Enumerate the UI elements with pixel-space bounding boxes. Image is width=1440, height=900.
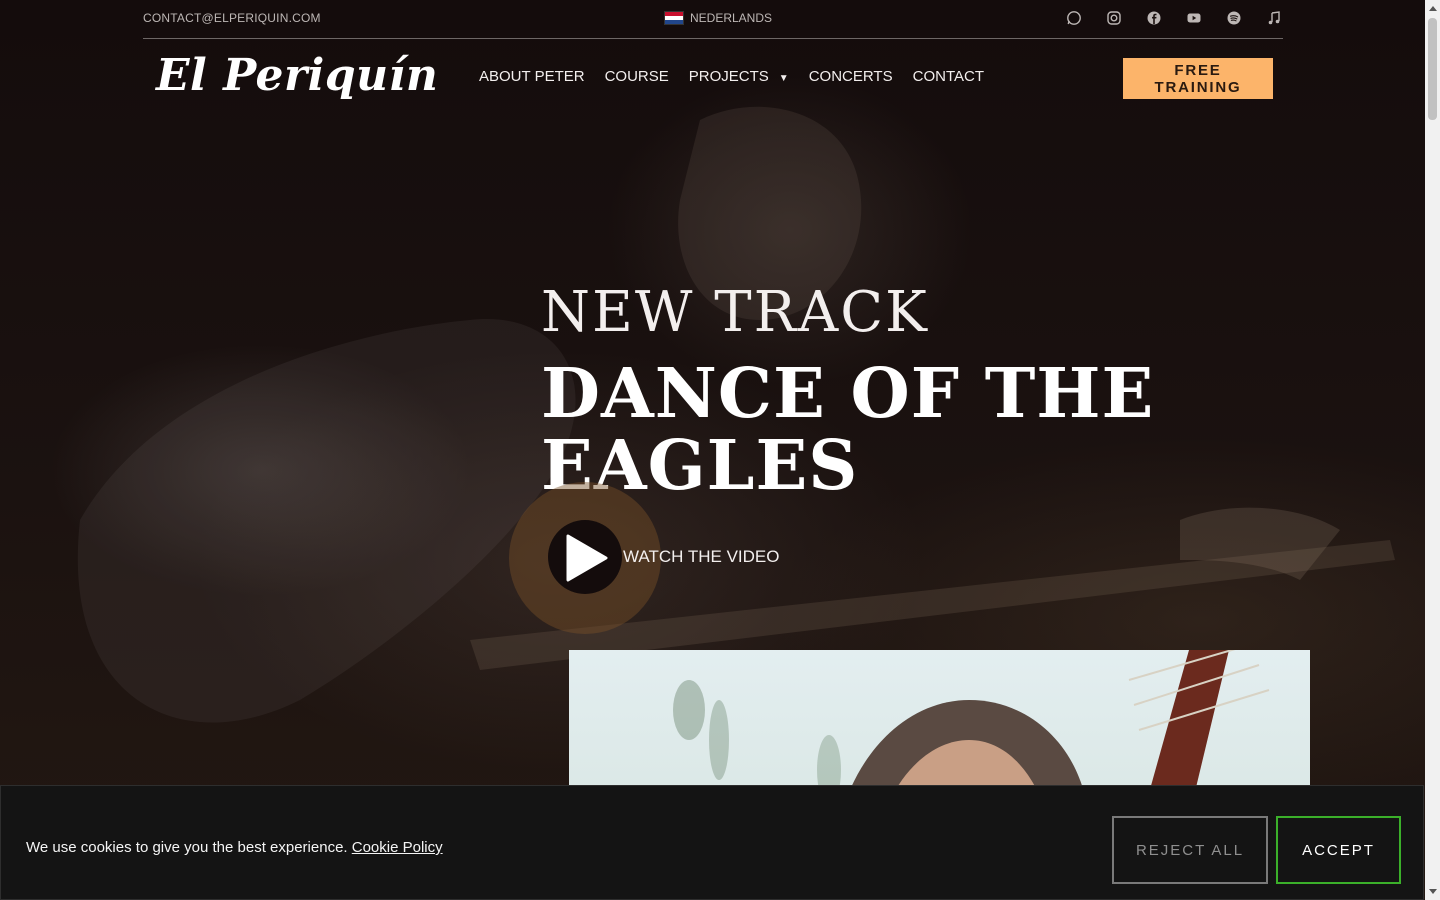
accept-button[interactable]: ACCEPT xyxy=(1276,816,1401,884)
site-logo[interactable]: El Periquín xyxy=(156,50,438,101)
facebook-icon[interactable] xyxy=(1145,10,1163,28)
top-bar: CONTACT@ELPERIQUIN.COM NEDERLANDS xyxy=(143,0,1283,39)
nav-projects[interactable]: PROJECTS ▼ xyxy=(689,68,789,85)
youtube-icon[interactable] xyxy=(1185,10,1203,28)
whatsapp-icon[interactable] xyxy=(1065,10,1083,28)
nav-contact[interactable]: CONTACT xyxy=(913,68,984,85)
dutch-flag-icon xyxy=(664,11,684,25)
cookie-banner: We use cookies to give you the best expe… xyxy=(0,785,1424,900)
reject-all-button[interactable]: REJECT ALL xyxy=(1112,816,1268,884)
hero-kicker: NEW TRACK xyxy=(541,280,929,345)
play-video-button[interactable] xyxy=(548,520,622,594)
scrollbar-thumb[interactable] xyxy=(1428,18,1437,120)
nav-concerts[interactable]: CONCERTS xyxy=(809,68,893,85)
contact-email-link[interactable]: CONTACT@ELPERIQUIN.COM xyxy=(143,11,321,25)
music-note-icon[interactable] xyxy=(1265,10,1283,28)
nav-about-peter[interactable]: ABOUT PETER xyxy=(479,68,585,85)
scroll-up-arrow-icon[interactable] xyxy=(1429,6,1437,11)
social-links xyxy=(1065,10,1283,28)
page-scrollbar[interactable] xyxy=(1425,0,1440,900)
spotify-icon[interactable] xyxy=(1225,10,1243,28)
nav-projects-label: PROJECTS xyxy=(688,68,769,85)
hero-background: CONTACT@ELPERIQUIN.COM NEDERLANDS El Per… xyxy=(0,0,1425,900)
cookie-message: We use cookies to give you the best expe… xyxy=(26,839,443,856)
main-navigation: ABOUT PETER COURSE PROJECTS ▼ CONCERTS CO… xyxy=(479,68,984,85)
cookie-message-text: We use cookies to give you the best expe… xyxy=(26,839,348,856)
free-training-button[interactable]: FREE TRAINING xyxy=(1123,58,1273,99)
instagram-icon[interactable] xyxy=(1105,10,1123,28)
scroll-down-arrow-icon[interactable] xyxy=(1429,889,1437,894)
language-label: NEDERLANDS xyxy=(690,11,773,25)
watch-video-link[interactable]: WATCH THE VIDEO xyxy=(623,547,779,567)
nav-course[interactable]: COURSE xyxy=(605,68,669,85)
language-switcher[interactable]: NEDERLANDS xyxy=(664,11,772,25)
play-icon xyxy=(566,534,608,582)
cookie-policy-link[interactable]: Cookie Policy xyxy=(352,839,443,856)
hero-title: DANCE OF THE EAGLES xyxy=(541,354,1155,506)
chevron-down-icon: ▼ xyxy=(778,73,789,84)
